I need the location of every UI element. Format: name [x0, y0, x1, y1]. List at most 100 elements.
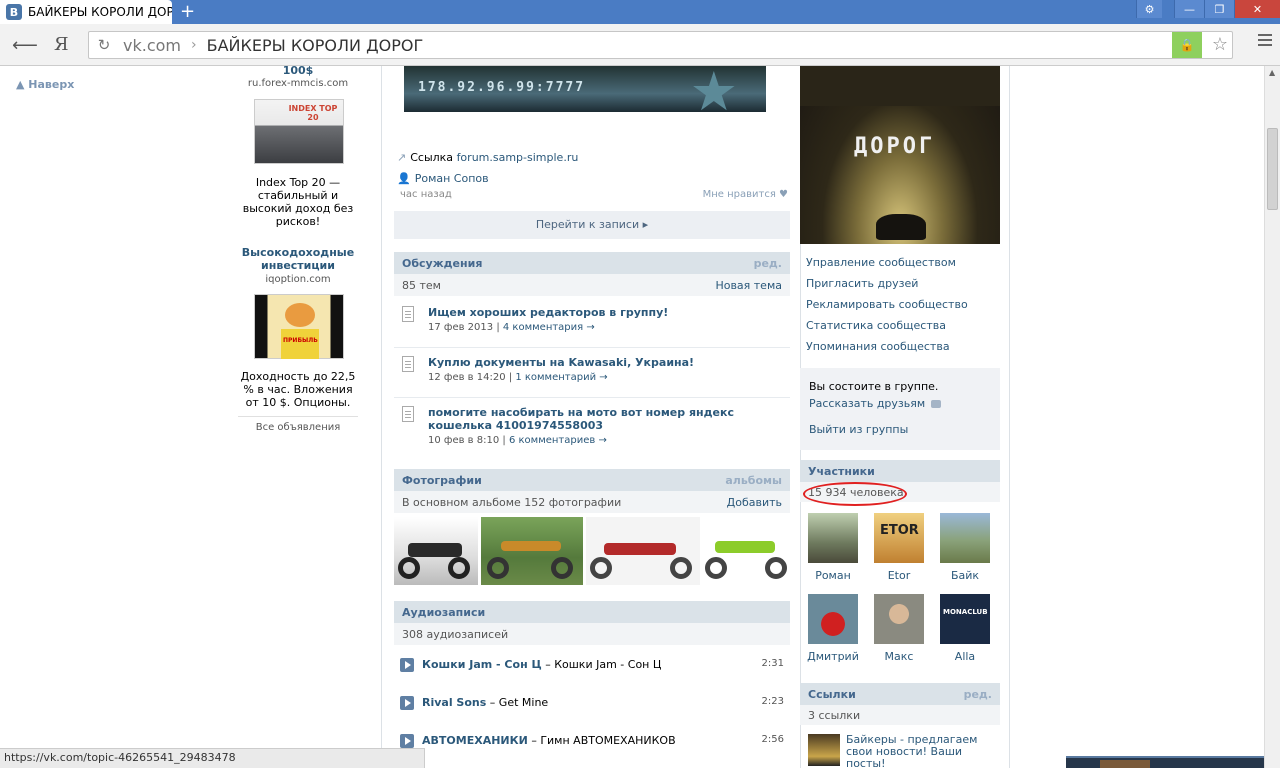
- audio-subheader: 308 аудиозаписей: [394, 623, 790, 645]
- scroll-up-icon[interactable]: ▲: [1269, 68, 1275, 77]
- photos-strip: [394, 517, 790, 585]
- photos-header: Фотографии альбомы: [394, 469, 790, 491]
- topic-title[interactable]: Ищем хороших редакторов в группу!: [428, 306, 788, 319]
- member-photo: MONACLUB: [940, 594, 990, 644]
- photos-title[interactable]: Фотографии: [402, 474, 482, 487]
- photo-thumb[interactable]: [703, 517, 790, 585]
- member-item[interactable]: Дмитрий: [801, 594, 865, 663]
- photos-count: В основном альбоме 152 фотографии: [402, 495, 622, 509]
- browser-menu-icon[interactable]: [1258, 34, 1272, 49]
- photo-thumb[interactable]: [481, 517, 583, 585]
- like-button[interactable]: Мне нравится ♥: [703, 189, 788, 200]
- member-item[interactable]: Байк: [933, 513, 997, 582]
- track-artist[interactable]: Кошки Jam - Сон Ц: [422, 658, 542, 671]
- group-actions: Управление сообществом Пригласить друзей…: [806, 256, 1002, 361]
- photo-thumb[interactable]: [586, 517, 700, 585]
- add-photo-link[interactable]: Добавить: [727, 496, 782, 509]
- links-count: 3 ссылки: [808, 708, 861, 722]
- go-top-label: Наверх: [28, 78, 75, 91]
- discussions-edit-link[interactable]: ред.: [754, 257, 782, 270]
- divider: [394, 397, 790, 398]
- close-window-button[interactable]: ✕: [1234, 0, 1280, 18]
- minimize-button[interactable]: —: [1174, 0, 1204, 18]
- member-item[interactable]: MONACLUB Alla: [933, 594, 997, 663]
- audio-title[interactable]: Аудиозаписи: [402, 606, 485, 619]
- member-name: Макс: [884, 650, 914, 663]
- manage-community-link[interactable]: Управление сообществом: [806, 256, 1002, 277]
- back-arrow-icon[interactable]: ⟵: [12, 35, 38, 56]
- ad1-image[interactable]: INDEX TOP 20: [254, 99, 344, 164]
- member-name: Alla: [954, 650, 976, 663]
- member-name: Etor: [887, 569, 911, 582]
- ad2-image[interactable]: ПРИБЫЛЬ: [254, 294, 344, 359]
- member-item[interactable]: Макс: [867, 594, 931, 663]
- links-edit-link[interactable]: ред.: [964, 688, 992, 701]
- rider-silhouette: [876, 214, 926, 240]
- ad1-source[interactable]: ru.forex-mmcis.com: [238, 78, 358, 89]
- heart-icon: ♥: [779, 189, 788, 200]
- ad2-title[interactable]: Высокодоходные инвестиции: [238, 246, 358, 272]
- advertise-community-link[interactable]: Рекламировать сообщество: [806, 298, 1002, 319]
- all-ads-link[interactable]: Все объявления: [238, 416, 358, 433]
- member-photo: [874, 594, 924, 644]
- ad1-text[interactable]: Index Top 20 — стабильный и высокий дохо…: [238, 176, 358, 228]
- play-icon[interactable]: [400, 658, 414, 672]
- scrollbar-thumb[interactable]: [1267, 128, 1278, 210]
- track-artist[interactable]: АВТОМЕХАНИКИ: [422, 734, 528, 747]
- group-avatar[interactable]: ДОРОГ: [800, 66, 1000, 244]
- links-title[interactable]: Ссылки: [808, 688, 856, 701]
- go-top-link[interactable]: ▲ Наверх: [16, 78, 74, 91]
- topic-comments-link[interactable]: 4 комментария →: [503, 322, 595, 333]
- invite-friends-link[interactable]: Пригласить друзей: [806, 277, 1002, 298]
- links-subheader: 3 ссылки: [800, 705, 1000, 725]
- tell-friends-link[interactable]: Рассказать друзьям: [809, 397, 925, 410]
- post-link-url[interactable]: forum.samp-simple.ru: [457, 151, 579, 164]
- topic-comments-link[interactable]: 6 комментариев →: [509, 435, 607, 446]
- yandex-button[interactable]: Я: [54, 34, 69, 55]
- reload-icon[interactable]: ↻: [89, 36, 119, 54]
- tab-title: БАЙКЕРЫ КОРОЛИ ДОРОГ: [28, 5, 172, 19]
- track-artist[interactable]: Rival Sons: [422, 696, 486, 709]
- audio-track: АВТОМЕХАНИКИ – Гимн АВТОМЕХАНИКОВ 2:56: [400, 733, 784, 749]
- browser-tab[interactable]: В БАЙКЕРЫ КОРОЛИ ДОРОГ: [0, 0, 172, 24]
- ad2-source[interactable]: iqoption.com: [238, 274, 358, 285]
- post-banner-image[interactable]: 178.92.96.99:7777 ★: [404, 66, 766, 112]
- link-item[interactable]: Байкеры - предлагаем свои новости! Ваши …: [808, 734, 998, 768]
- leave-group-link[interactable]: Выйти из группы: [809, 423, 908, 436]
- settings-gear-icon[interactable]: ⚙: [1136, 0, 1162, 18]
- goto-post-button[interactable]: Перейти к записи ▸: [394, 211, 790, 239]
- play-icon[interactable]: [400, 696, 414, 710]
- topic-comments-link[interactable]: 1 комментарий →: [515, 372, 607, 383]
- post-author[interactable]: Роман Сопов: [415, 172, 489, 185]
- new-topic-link[interactable]: Новая тема: [715, 279, 782, 292]
- photo-thumb[interactable]: [394, 517, 478, 585]
- address-bar[interactable]: ↻ vk.com › БАЙКЕРЫ КОРОЛИ ДОРОГ 🔒 ☆: [88, 31, 1233, 59]
- user-icon: 👤: [397, 172, 411, 185]
- member-item[interactable]: Роман: [801, 513, 865, 582]
- track-duration: 2:31: [761, 658, 784, 669]
- corner-popup[interactable]: [1066, 756, 1264, 768]
- topic-title[interactable]: Куплю документы на Kawasaki, Украина!: [428, 356, 788, 369]
- member-item[interactable]: ETOR Etor: [867, 513, 931, 582]
- post-author-row: 👤 Роман Сопов: [397, 172, 489, 185]
- page-scrollbar[interactable]: ▲: [1264, 66, 1280, 768]
- ad2-text[interactable]: Доходность до 22,5 % в час. Вложения от …: [238, 370, 358, 409]
- ad1-image-text: INDEX TOP 20: [288, 104, 338, 122]
- discussions-header: Обсуждения ред.: [394, 252, 790, 274]
- play-icon[interactable]: [400, 734, 414, 748]
- new-tab-button[interactable]: +: [180, 1, 195, 22]
- restore-button[interactable]: ❐: [1204, 0, 1234, 18]
- lock-icon[interactable]: 🔒: [1172, 32, 1202, 58]
- topic-title[interactable]: помогите насобирать на мото вот номер ян…: [428, 406, 788, 432]
- discussions-title[interactable]: Обсуждения: [402, 257, 482, 270]
- ad1-price[interactable]: 100$: [238, 66, 358, 77]
- community-mentions-link[interactable]: Упоминания сообщества: [806, 340, 1002, 361]
- bookmark-star-icon[interactable]: ☆: [1212, 34, 1228, 55]
- members-title[interactable]: Участники: [808, 465, 875, 478]
- track-duration: 2:23: [761, 696, 784, 707]
- member-photo: ETOR: [874, 513, 924, 563]
- audio-header: Аудиозаписи: [394, 601, 790, 623]
- community-stats-link[interactable]: Статистика сообщества: [806, 319, 1002, 340]
- albums-link[interactable]: альбомы: [725, 474, 782, 487]
- post-time[interactable]: час назад: [400, 189, 452, 200]
